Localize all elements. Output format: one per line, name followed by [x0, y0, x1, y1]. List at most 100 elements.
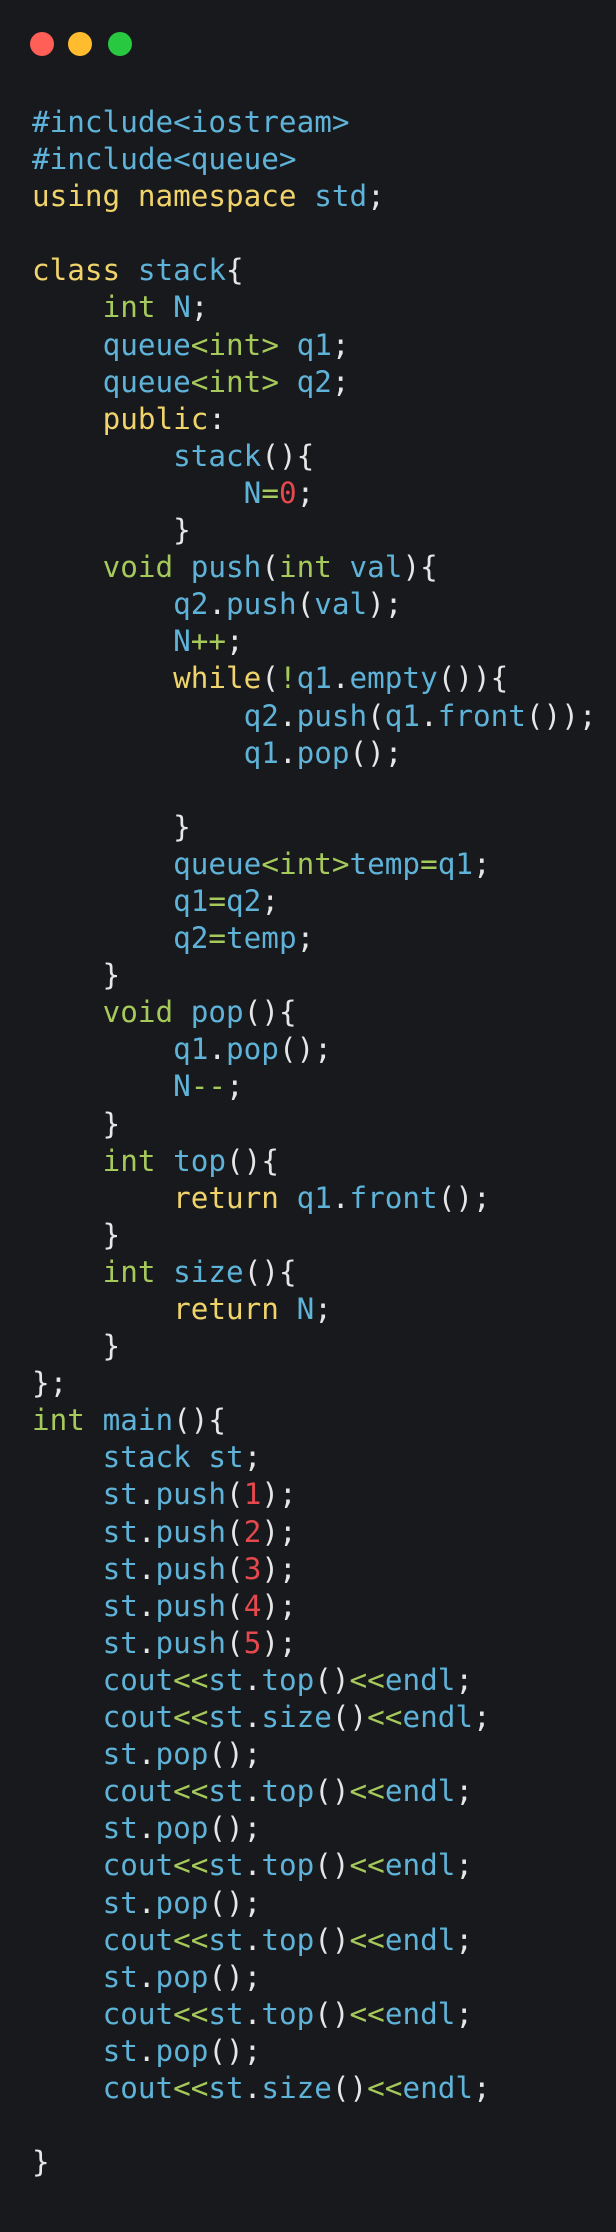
code-token: N — [173, 1069, 191, 1104]
code-token: << — [173, 1700, 209, 1735]
code-token: ); — [261, 1625, 297, 1660]
code-token: }; — [32, 1366, 68, 1401]
code-token: ){ — [402, 550, 438, 585]
code-token: ); — [367, 587, 403, 622]
code-line: cout<<st.top()<<endl; — [32, 1662, 602, 1699]
code-token: ; — [296, 921, 315, 956]
code-token: . — [243, 1848, 262, 1883]
code-token: ; — [226, 624, 244, 659]
code-line: q2.push(val); — [32, 586, 602, 623]
code-token: cout — [102, 1922, 174, 1957]
code-token: using namespace — [32, 179, 315, 214]
code-token: N — [243, 475, 262, 510]
close-dot-icon[interactable] — [30, 32, 54, 56]
code-token: cout — [102, 1774, 174, 1809]
minimize-dot-icon[interactable] — [68, 32, 92, 56]
code-token: endl — [384, 1774, 456, 1809]
code-line: int top(){ — [32, 1143, 602, 1180]
code-line: cout<<st.size()<<endl; — [32, 1699, 602, 1736]
window-titlebar — [0, 0, 616, 86]
code-line: st.pop(); — [32, 1736, 602, 1773]
code-token: (); — [208, 1737, 262, 1772]
code-token: (){ — [226, 1143, 279, 1178]
code-line: int main(){ — [32, 1402, 602, 1439]
code-token: ( — [367, 698, 385, 733]
maximize-dot-icon[interactable] — [108, 32, 132, 56]
code-token: (){ — [261, 438, 315, 473]
code-token: ; — [296, 475, 315, 510]
code-token: q1 — [296, 1180, 332, 1215]
code-token: pop — [155, 1885, 209, 1920]
code-line: st.pop(); — [32, 1959, 602, 1996]
code-token: . — [137, 1588, 156, 1623]
code-token: push — [155, 1551, 227, 1586]
code-token: . — [137, 1737, 156, 1772]
code-token: push — [155, 1625, 227, 1660]
code-token: } — [32, 1106, 121, 1141]
code-token: ); — [261, 1514, 297, 1549]
code-line: cout<<st.size()<<endl; — [32, 2070, 602, 2107]
code-token: << — [173, 1848, 209, 1883]
code-line: queue<int> q2; — [32, 364, 602, 401]
code-token: } — [32, 1329, 121, 1364]
code-token: cout — [102, 1848, 174, 1883]
code-line: q1=q2; — [32, 883, 602, 920]
code-line: st.pop(); — [32, 2033, 602, 2070]
code-token: . — [208, 587, 227, 622]
code-line: #include<queue> — [32, 141, 602, 178]
code-token: (){ — [243, 995, 297, 1030]
code-token: (); — [278, 1032, 332, 1067]
code-token: ( — [296, 587, 315, 622]
code-window: #include<iostream> #include<queue> using n… — [0, 0, 616, 2232]
code-token: ; — [455, 1774, 474, 1809]
code-token: > — [261, 327, 297, 362]
code-token: top — [261, 1996, 315, 2031]
code-token: st — [208, 1662, 244, 1697]
code-line: while(!q1.empty()){ — [32, 660, 602, 697]
code-token: . — [137, 1625, 156, 1660]
code-token: ; — [473, 2070, 491, 2105]
code-token: << — [173, 2070, 209, 2105]
code-token: . — [243, 1922, 262, 1957]
code-token: pop — [155, 1811, 209, 1846]
code-line: stack st; — [32, 1439, 602, 1476]
code-token: st — [102, 1885, 138, 1920]
code-token: < — [190, 364, 209, 399]
code-line: return q1.front(); — [32, 1180, 602, 1217]
code-token: val — [314, 587, 368, 622]
code-token: int — [208, 364, 262, 399]
code-line: st.push(4); — [32, 1588, 602, 1625]
code-token: pop — [155, 2033, 209, 2068]
code-token: () — [331, 2070, 368, 2105]
code-token: () — [314, 1848, 350, 1883]
code-token: size — [261, 1700, 332, 1735]
code-token: ( — [226, 1588, 244, 1623]
code-token: 5 — [243, 1625, 262, 1660]
code-line: } — [32, 1217, 602, 1254]
code-token: stack — [137, 253, 227, 288]
code-line: q2.push(q1.front()); — [32, 698, 602, 735]
code-token: . — [137, 1959, 156, 1994]
code-token: main — [102, 1403, 174, 1438]
code-token: ! — [278, 661, 297, 696]
code-token: push — [226, 587, 297, 622]
code-token: cout — [102, 2070, 174, 2105]
code-token: top — [173, 1143, 227, 1178]
code-token: . — [243, 1700, 262, 1735]
code-line: stack(){ — [32, 438, 602, 475]
code-token: st — [102, 1811, 138, 1846]
code-token: (); — [208, 2033, 262, 2068]
code-token: endl — [402, 2070, 474, 2105]
code-line: cout<<st.top()<<endl; — [32, 1847, 602, 1884]
code-line: void pop(){ — [32, 994, 602, 1031]
code-token: pop — [155, 1737, 209, 1772]
code-token: . — [331, 1180, 350, 1215]
code-token: ( — [226, 1477, 244, 1512]
code-token: () — [314, 1774, 350, 1809]
